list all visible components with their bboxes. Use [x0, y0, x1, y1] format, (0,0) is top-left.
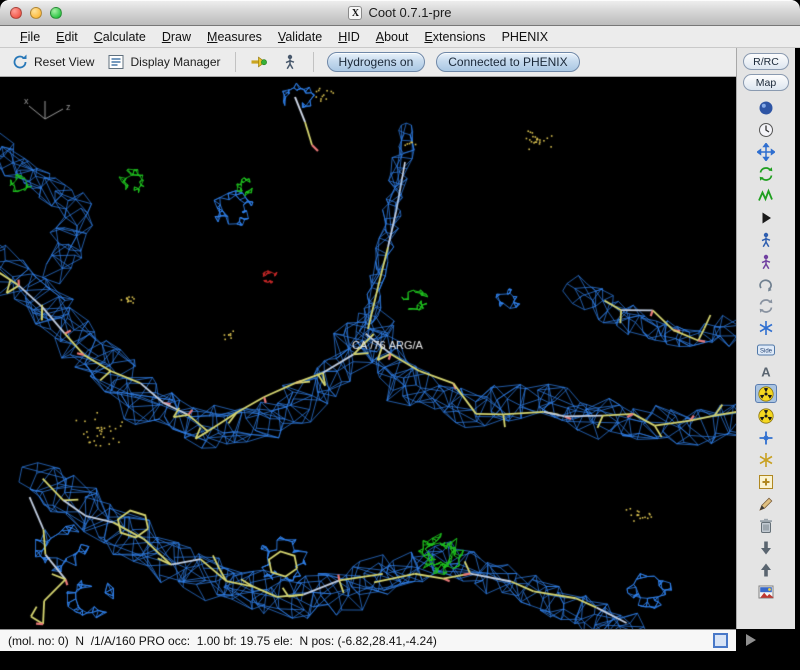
side-chain-180-icon[interactable]: Side [755, 340, 777, 359]
rrc-button[interactable]: R/RC [743, 53, 789, 70]
status-text: (mol. no: 0) N /1/A/160 PRO occ: 1.00 bf… [8, 633, 437, 648]
menu-item-measures[interactable]: Measures [199, 28, 270, 46]
expander-icon[interactable] [746, 634, 756, 646]
status-grip[interactable] [713, 633, 728, 648]
menu-item-phenix[interactable]: PHENIX [494, 28, 557, 46]
main-area: Reset View Display Manager Hydrogens on Con… [0, 48, 800, 651]
menu-bar: File Edit Calculate Draw Measures Validate HID… [0, 26, 800, 48]
rotamers-icon[interactable] [755, 296, 777, 315]
pencil-icon[interactable] [755, 494, 777, 513]
right-rail-column: R/RC Map Side A [736, 48, 800, 651]
auto-fit-rotamer-icon[interactable] [755, 230, 777, 249]
gl-viewport [0, 77, 736, 629]
delete-item-icon[interactable] [755, 516, 777, 535]
phenix-update-maps-icon[interactable] [755, 406, 777, 425]
clock-icon[interactable] [755, 120, 777, 139]
add-alt-conf-icon[interactable] [755, 450, 777, 469]
goto-ligand-icon [281, 53, 299, 71]
map-button[interactable]: Map [743, 74, 789, 91]
right-toolbar: R/RC Map Side A [736, 48, 795, 629]
title-bar[interactable]: X Coot 0.7.1-pre [0, 0, 800, 26]
toolbar-separator [312, 52, 314, 72]
hydrogens-toggle-label: Hydrogens on [338, 55, 414, 69]
status-bar: (mol. no: 0) N /1/A/160 PRO occ: 1.00 bf… [0, 629, 736, 651]
phenix-logo-icon[interactable] [755, 582, 777, 601]
add-terminal-residue-icon[interactable]: A [755, 362, 777, 381]
menu-item-about[interactable]: About [368, 28, 417, 46]
sphere-icon[interactable] [755, 98, 777, 117]
play-icon[interactable] [755, 208, 777, 227]
menu-item-hid[interactable]: HID [330, 28, 368, 46]
mutate-icon[interactable] [755, 252, 777, 271]
move-zone-icon[interactable] [755, 142, 777, 161]
menu-item-file[interactable]: File [12, 28, 48, 46]
status-corner [736, 629, 800, 651]
menu-item-extensions[interactable]: Extensions [416, 28, 493, 46]
rail-icons: Side A [755, 98, 777, 601]
phenix-refine-icon[interactable] [755, 384, 777, 403]
menu-item-calculate[interactable]: Calculate [86, 28, 154, 46]
left-column: Reset View Display Manager Hydrogens on Con… [0, 48, 736, 651]
toolbar: Reset View Display Manager Hydrogens on Con… [0, 48, 736, 77]
goto-atom-button[interactable] [245, 51, 273, 73]
reset-view-button[interactable]: Reset View [6, 51, 99, 73]
menu-item-validate[interactable]: Validate [270, 28, 330, 46]
phenix-status-button-label: Connected to PHENIX [448, 55, 568, 69]
reset-view-icon [11, 53, 29, 71]
coot-window: X Coot 0.7.1-pre File Edit Calculate Draw Me… [0, 0, 800, 651]
window-title-area: X Coot 0.7.1-pre [0, 0, 800, 25]
svg-text:Side: Side [760, 348, 773, 354]
pep-flip-icon[interactable] [755, 274, 777, 293]
flip-peptide-icon[interactable] [755, 428, 777, 447]
menu-item-edit[interactable]: Edit [48, 28, 86, 46]
display-manager-icon [107, 53, 125, 71]
reset-view-button-label: Reset View [34, 55, 95, 69]
redo-icon[interactable] [755, 560, 777, 579]
undo-icon[interactable] [755, 538, 777, 557]
edit-chi-angles-icon[interactable] [755, 318, 777, 337]
gl-canvas[interactable] [0, 77, 736, 629]
menu-item-draw[interactable]: Draw [154, 28, 199, 46]
goto-ligand-button[interactable] [276, 51, 304, 73]
svg-text:A: A [761, 364, 771, 379]
real-space-refine-icon[interactable] [755, 164, 777, 183]
window-title: Coot 0.7.1-pre [368, 5, 452, 20]
screen: X Coot 0.7.1-pre File Edit Calculate Draw Me… [0, 0, 800, 670]
hydrogens-toggle[interactable]: Hydrogens on [326, 52, 426, 72]
x11-icon: X [348, 5, 363, 20]
goto-atom-icon [250, 53, 268, 71]
toolbar-separator [234, 52, 236, 72]
display-manager-button[interactable]: Display Manager [102, 51, 225, 73]
phenix-status-button[interactable]: Connected to PHENIX [436, 52, 580, 72]
place-atom-icon[interactable] [755, 472, 777, 491]
regularize-zone-icon[interactable] [755, 186, 777, 205]
display-manager-button-label: Display Manager [130, 55, 221, 69]
